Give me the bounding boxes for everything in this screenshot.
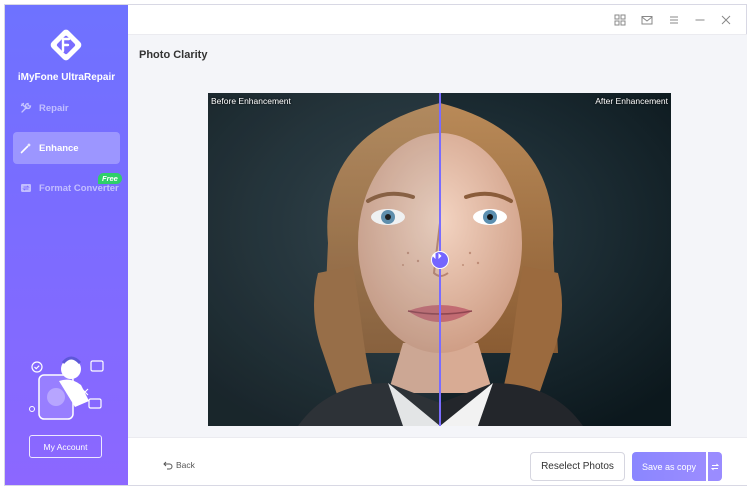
wrench-icon (19, 101, 33, 115)
after-enhancement-label: After Enhancement (595, 96, 668, 106)
app-logo-icon (50, 29, 82, 61)
mail-icon[interactable] (640, 13, 654, 27)
footer-bar: Back Reselect Photos Save as copy (128, 437, 747, 485)
left-right-arrows-icon (432, 253, 442, 259)
app-name: iMyFone UltraRepair (17, 72, 116, 83)
sidebar: iMyFone UltraRepair Repair Enhance Forma… (5, 5, 128, 485)
app-window: iMyFone UltraRepair Repair Enhance Forma… (4, 4, 747, 486)
convert-icon (19, 181, 33, 195)
back-arrow-icon (163, 461, 173, 470)
close-icon[interactable] (719, 13, 733, 27)
menu-icon[interactable] (667, 13, 681, 27)
sidebar-item-label: Enhance (39, 142, 79, 154)
account-illustration-icon (29, 356, 104, 420)
sidebar-item-enhance[interactable]: Enhance (13, 132, 120, 164)
page-title: Photo Clarity (139, 49, 208, 61)
compare-slider-handle[interactable] (431, 251, 449, 269)
save-as-copy-button[interactable]: Save as copy (632, 452, 706, 481)
grid-icon[interactable] (613, 13, 627, 27)
sidebar-item-repair[interactable]: Repair (13, 92, 120, 124)
save-options-button[interactable] (708, 452, 722, 481)
main-panel: Photo Clarity Before Enhancement After E… (128, 35, 747, 437)
reselect-photos-button[interactable]: Reselect Photos (530, 452, 625, 481)
back-button[interactable]: Back (163, 460, 195, 470)
before-after-compare-view[interactable]: Before Enhancement After Enhancement (208, 93, 671, 426)
titlebar (128, 5, 747, 35)
minimize-icon[interactable] (693, 13, 707, 27)
back-label: Back (176, 460, 195, 470)
sidebar-item-label: Format Converter (39, 182, 119, 194)
swap-icon (711, 463, 719, 470)
my-account-button[interactable]: My Account (29, 435, 102, 458)
before-enhancement-label: Before Enhancement (211, 96, 291, 106)
magic-wand-icon (19, 141, 33, 155)
free-badge: Free (98, 173, 122, 184)
sidebar-item-label: Repair (39, 102, 69, 114)
